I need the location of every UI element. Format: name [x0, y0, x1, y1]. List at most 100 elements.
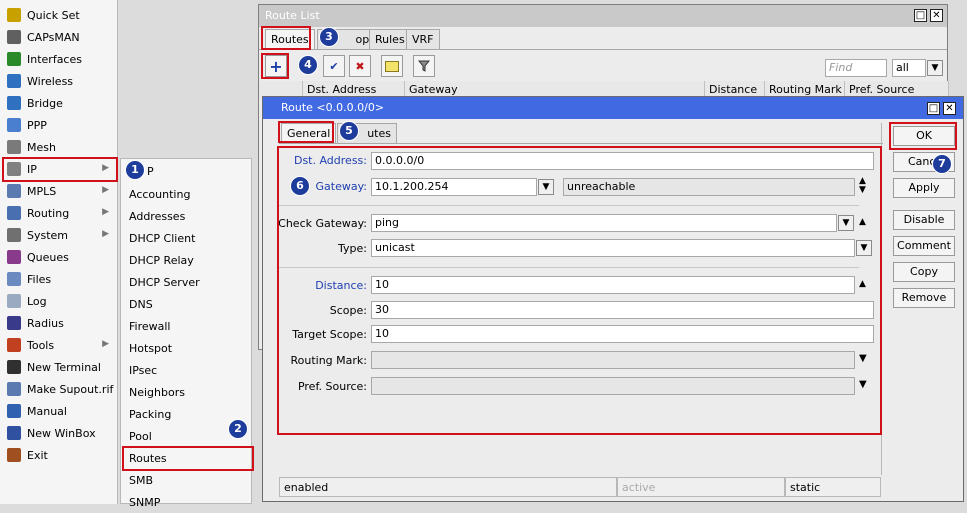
- menu-item-interfaces[interactable]: Interfaces: [0, 48, 117, 70]
- menu-item-system[interactable]: System ▶: [0, 224, 117, 246]
- mesh-icon: [7, 140, 21, 154]
- files-icon: [7, 272, 21, 286]
- route-list-titlebar[interactable]: Route List: [259, 5, 947, 27]
- menu-item-label: New WinBox: [27, 426, 96, 440]
- menu-item-mpls[interactable]: MPLS ▶: [0, 180, 117, 202]
- chevron-right-icon: ▶: [102, 229, 109, 239]
- menu-item-log[interactable]: Log: [0, 290, 117, 312]
- menu-item-tools[interactable]: Tools ▶: [0, 334, 117, 356]
- submenu-item-dns[interactable]: DNS: [121, 293, 251, 315]
- highlight-ok: [889, 122, 957, 150]
- menu-item-label: PPP: [27, 118, 47, 132]
- submenu-item-accounting[interactable]: Accounting: [121, 183, 251, 205]
- submenu-item-snmp[interactable]: SNMP: [121, 491, 251, 513]
- close-icon[interactable]: ✕: [943, 102, 956, 115]
- menu-item-make-supout-rif[interactable]: Make Supout.rif: [0, 378, 117, 400]
- menu-item-label: Manual: [27, 404, 67, 418]
- tab-divider: [279, 143, 883, 144]
- chevron-right-icon: ▶: [102, 185, 109, 195]
- menu-item-label: Wireless: [27, 74, 74, 88]
- menu-item-label: New Terminal: [27, 360, 101, 374]
- menu-item-new-terminal[interactable]: New Terminal: [0, 356, 117, 378]
- chevron-down-icon[interactable]: ▼: [927, 60, 943, 76]
- submenu-item-addresses[interactable]: Addresses: [121, 205, 251, 227]
- disable-icon[interactable]: ✖: [349, 55, 371, 77]
- filter-icon[interactable]: [413, 55, 435, 77]
- highlight-routes: [122, 446, 254, 471]
- menu-item-label: Log: [27, 294, 47, 308]
- comment-button[interactable]: Comment: [893, 236, 955, 256]
- callout-badge: 5: [339, 121, 359, 141]
- menu-item-label: Tools: [27, 338, 55, 352]
- menu-item-label: Files: [27, 272, 52, 286]
- menu-item-label: Interfaces: [27, 52, 82, 66]
- status-static: static: [785, 477, 881, 497]
- submenu-item-firewall[interactable]: Firewall: [121, 315, 251, 337]
- log-icon: [7, 294, 21, 308]
- highlight-add: [261, 53, 289, 79]
- menu-item-label: MPLS: [27, 184, 57, 198]
- filter-select[interactable]: all: [892, 59, 926, 77]
- menu-item-new-winbox[interactable]: New WinBox: [0, 422, 117, 444]
- close-icon[interactable]: ✕: [930, 9, 943, 22]
- submenu-item-dhcp-client[interactable]: DHCP Client: [121, 227, 251, 249]
- menu-item-label: Routing: [27, 206, 70, 220]
- menu-item-label: Exit: [27, 448, 48, 462]
- highlight-routes-tab: [261, 26, 311, 50]
- highlight-ip: [2, 157, 118, 182]
- menu-item-queues[interactable]: Queues: [0, 246, 117, 268]
- enable-icon[interactable]: ✔: [323, 55, 345, 77]
- comment-icon[interactable]: [381, 55, 403, 77]
- menu-item-capsman[interactable]: CAPsMAN: [0, 26, 117, 48]
- route-dialog-titlebar[interactable]: Route <0.0.0.0/0>: [263, 97, 963, 119]
- menu-item-files[interactable]: Files: [0, 268, 117, 290]
- restore-icon[interactable]: □: [914, 9, 927, 22]
- mpls-icon: [7, 184, 21, 198]
- menu-item-label: Radius: [27, 316, 64, 330]
- capsman-icon: [7, 30, 21, 44]
- interfaces-icon: [7, 52, 21, 66]
- submenu-item-dhcp-server[interactable]: DHCP Server: [121, 271, 251, 293]
- submenu-item-hotspot[interactable]: Hotspot: [121, 337, 251, 359]
- menu-item-radius[interactable]: Radius: [0, 312, 117, 334]
- menu-item-routing[interactable]: Routing ▶: [0, 202, 117, 224]
- menu-item-label: Bridge: [27, 96, 63, 110]
- menu-item-bridge[interactable]: Bridge: [0, 92, 117, 114]
- menu-item-quick-set[interactable]: Quick Set: [0, 4, 117, 26]
- submenu-item-ipsec[interactable]: IPsec: [121, 359, 251, 381]
- menu-item-wireless[interactable]: Wireless: [0, 70, 117, 92]
- exit-icon: [7, 448, 21, 462]
- status-enabled: enabled: [279, 477, 617, 497]
- apply-button[interactable]: Apply: [893, 178, 955, 198]
- menu-item-label: CAPsMAN: [27, 30, 80, 44]
- menu-item-label: Mesh: [27, 140, 56, 154]
- route-dialog-title: Route <0.0.0.0/0>: [281, 101, 385, 114]
- menu-item-exit[interactable]: Exit: [0, 444, 117, 466]
- highlight-fields: [277, 146, 882, 435]
- tab-rules[interactable]: Rules: [369, 29, 411, 50]
- system-icon: [7, 228, 21, 242]
- callout-badge: 6: [290, 176, 310, 196]
- manual-icon: [7, 404, 21, 418]
- callout-badge: 4: [298, 55, 318, 75]
- chevron-right-icon: ▶: [102, 207, 109, 217]
- copy-button[interactable]: Copy: [893, 262, 955, 282]
- route-list-title: Route List: [265, 9, 320, 22]
- submenu-item-smb[interactable]: SMB: [121, 469, 251, 491]
- status-active: active: [617, 477, 785, 497]
- quick-set-icon: [7, 8, 21, 22]
- callout-badge: 7: [932, 154, 952, 174]
- menu-item-mesh[interactable]: Mesh: [0, 136, 117, 158]
- menu-item-ppp[interactable]: PPP: [0, 114, 117, 136]
- tab-vrf[interactable]: VRF: [406, 29, 440, 50]
- submenu-item-neighbors[interactable]: Neighbors: [121, 381, 251, 403]
- remove-button[interactable]: Remove: [893, 288, 955, 308]
- find-input[interactable]: Find: [825, 59, 887, 77]
- callout-badge: 2: [228, 419, 248, 439]
- menu-item-manual[interactable]: Manual: [0, 400, 117, 422]
- submenu-item-dhcp-relay[interactable]: DHCP Relay: [121, 249, 251, 271]
- terminal-icon: [7, 360, 21, 374]
- disable-button[interactable]: Disable: [893, 210, 955, 230]
- menu-item-label: Queues: [27, 250, 69, 264]
- restore-icon[interactable]: □: [927, 102, 940, 115]
